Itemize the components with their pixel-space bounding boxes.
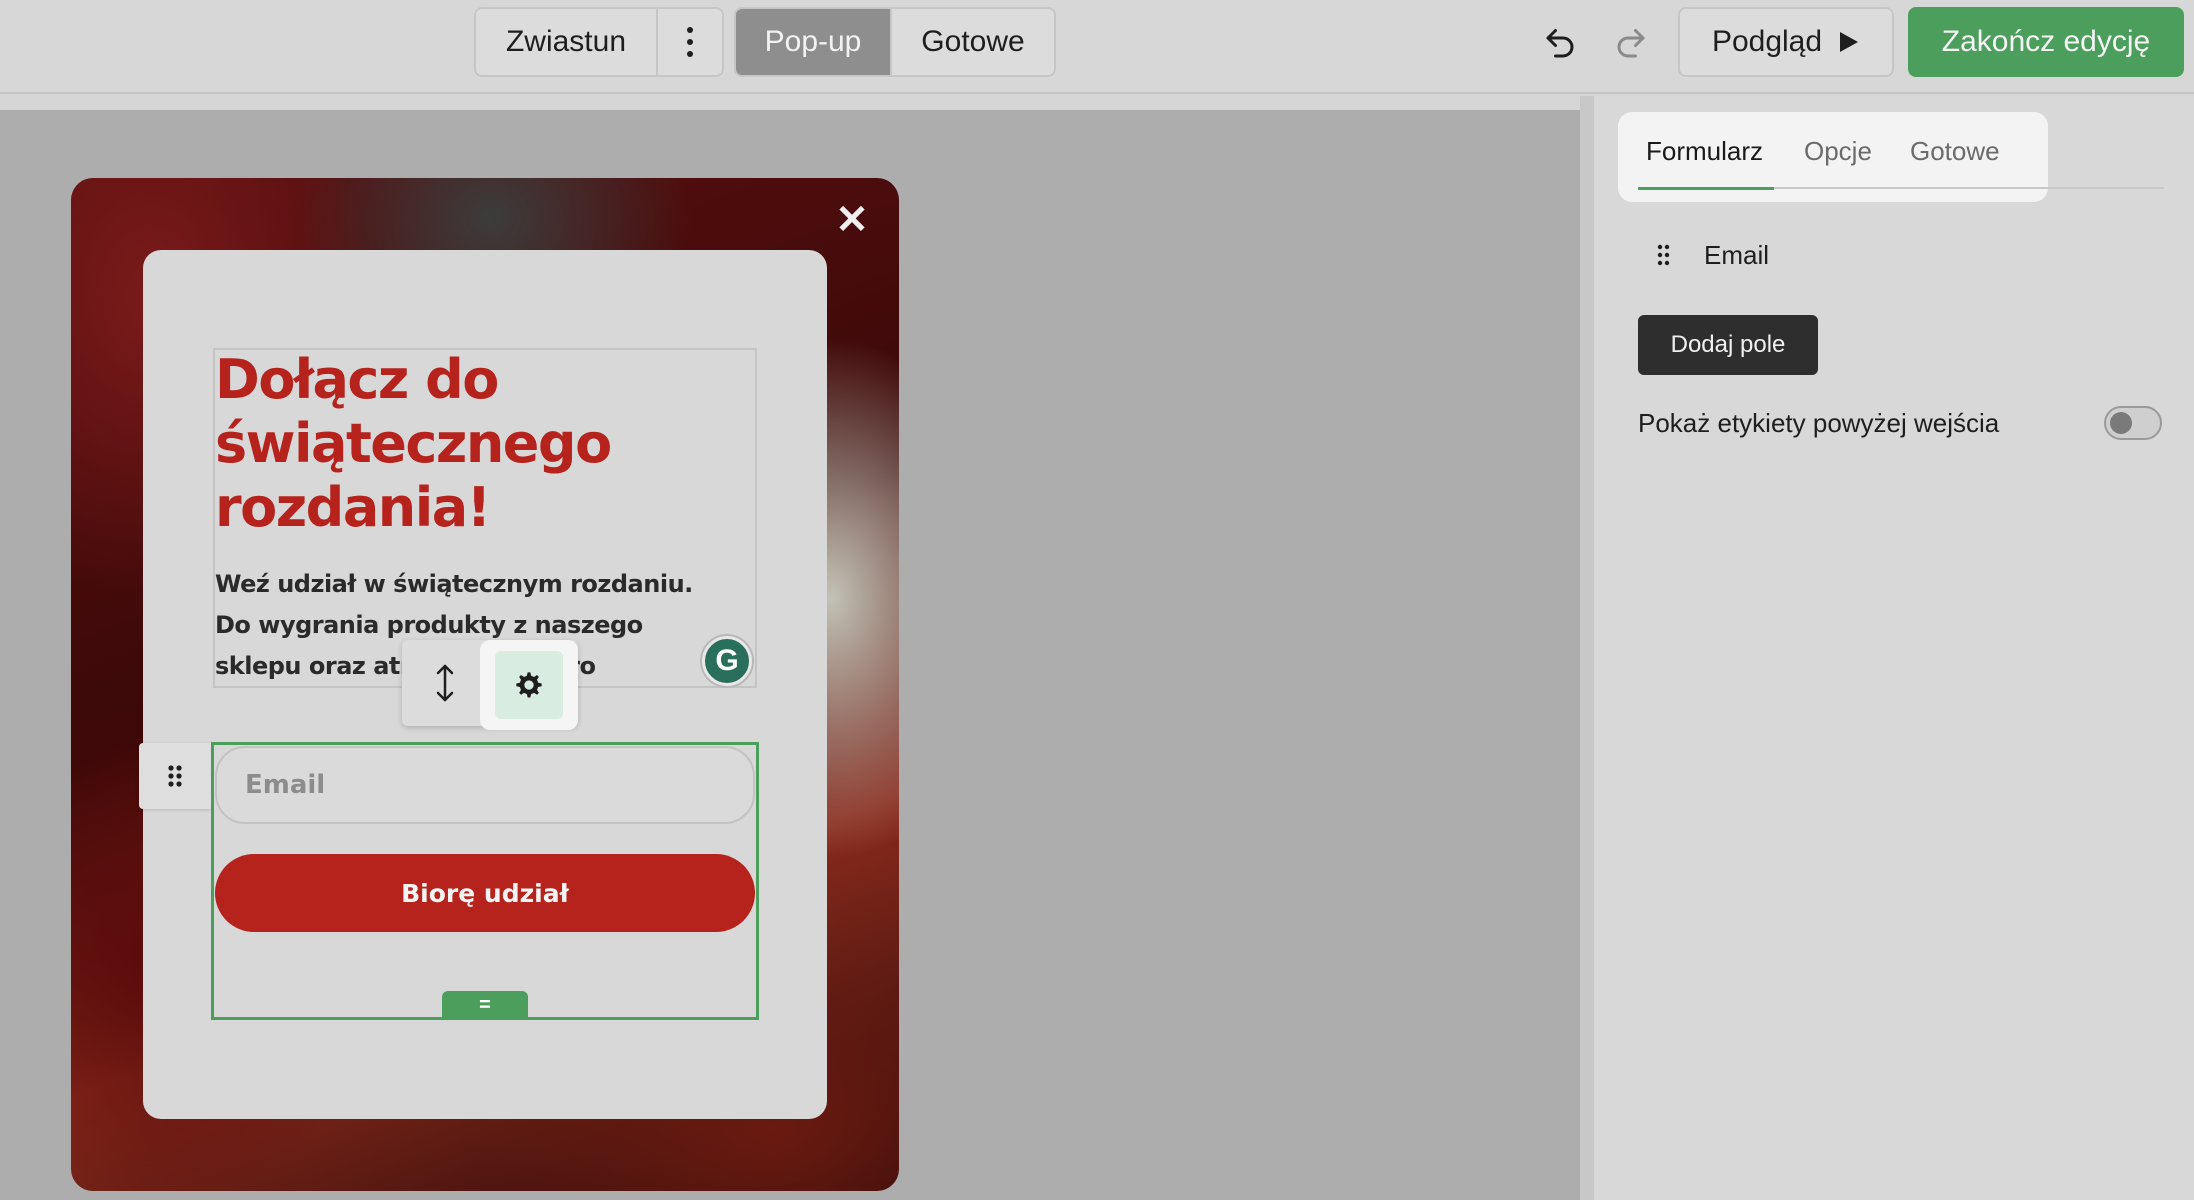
block-drag-handle[interactable]: [139, 743, 211, 809]
tab-done[interactable]: Gotowe: [890, 9, 1054, 75]
block-toolbar: [402, 640, 578, 730]
top-toolbar: Zwiastun Pop-up Gotowe Podgląd Zakończ e…: [0, 0, 2194, 94]
resize-vertical-icon: [436, 664, 454, 702]
finish-editing-button[interactable]: Zakończ edycję: [1908, 7, 2184, 77]
tab-form[interactable]: Formularz: [1646, 136, 1763, 167]
gear-icon-wrap: [495, 651, 563, 719]
tab-popup[interactable]: Pop-up: [736, 9, 890, 75]
active-tab-indicator: [1638, 187, 1774, 190]
redo-icon: [1617, 29, 1645, 58]
drag-grip-icon[interactable]: [1656, 244, 1672, 266]
tab-options[interactable]: Opcje: [1804, 136, 1872, 167]
grammarly-icon[interactable]: G: [702, 636, 752, 686]
block-settings-button[interactable]: [480, 640, 578, 730]
show-labels-toggle-label: Pokaż etykiety powyżej wejścia: [1638, 408, 2000, 438]
teaser-button-group: Zwiastun: [474, 7, 724, 77]
show-labels-toggle[interactable]: [2104, 406, 2162, 440]
email-input[interactable]: Email: [215, 746, 755, 824]
preview-button[interactable]: Podgląd: [1678, 7, 1894, 77]
preview-label: Podgląd: [1711, 25, 1823, 58]
panel-divider: [1580, 96, 1594, 1200]
toggle-knob: [2110, 412, 2132, 434]
drag-grip-icon: [168, 765, 182, 787]
redo-button[interactable]: [1608, 18, 1654, 64]
tab-done-panel[interactable]: Gotowe: [1910, 136, 2000, 167]
popup-headline[interactable]: Dołącz do świątecznego rozdania!: [215, 348, 735, 540]
undo-icon: [1546, 29, 1574, 58]
undo-button[interactable]: [1537, 18, 1583, 64]
more-options-button[interactable]: [656, 9, 722, 75]
resize-button[interactable]: [422, 660, 468, 706]
form-field-item[interactable]: Email: [1656, 240, 1769, 270]
close-icon[interactable]: ✕: [834, 200, 870, 240]
kebab-vertical-icon: [687, 27, 693, 57]
submit-button[interactable]: Biorę udział: [215, 854, 755, 932]
play-icon: [1840, 32, 1859, 52]
add-field-button[interactable]: Dodaj pole: [1638, 315, 1818, 375]
resize-bottom-handle[interactable]: =: [442, 991, 528, 1020]
field-label-email: Email: [1704, 239, 1770, 270]
tab-teaser[interactable]: Zwiastun: [476, 9, 656, 75]
tabs-divider: [1774, 187, 2164, 189]
gear-icon: [516, 672, 542, 698]
view-switcher: Pop-up Gotowe: [734, 7, 1056, 77]
